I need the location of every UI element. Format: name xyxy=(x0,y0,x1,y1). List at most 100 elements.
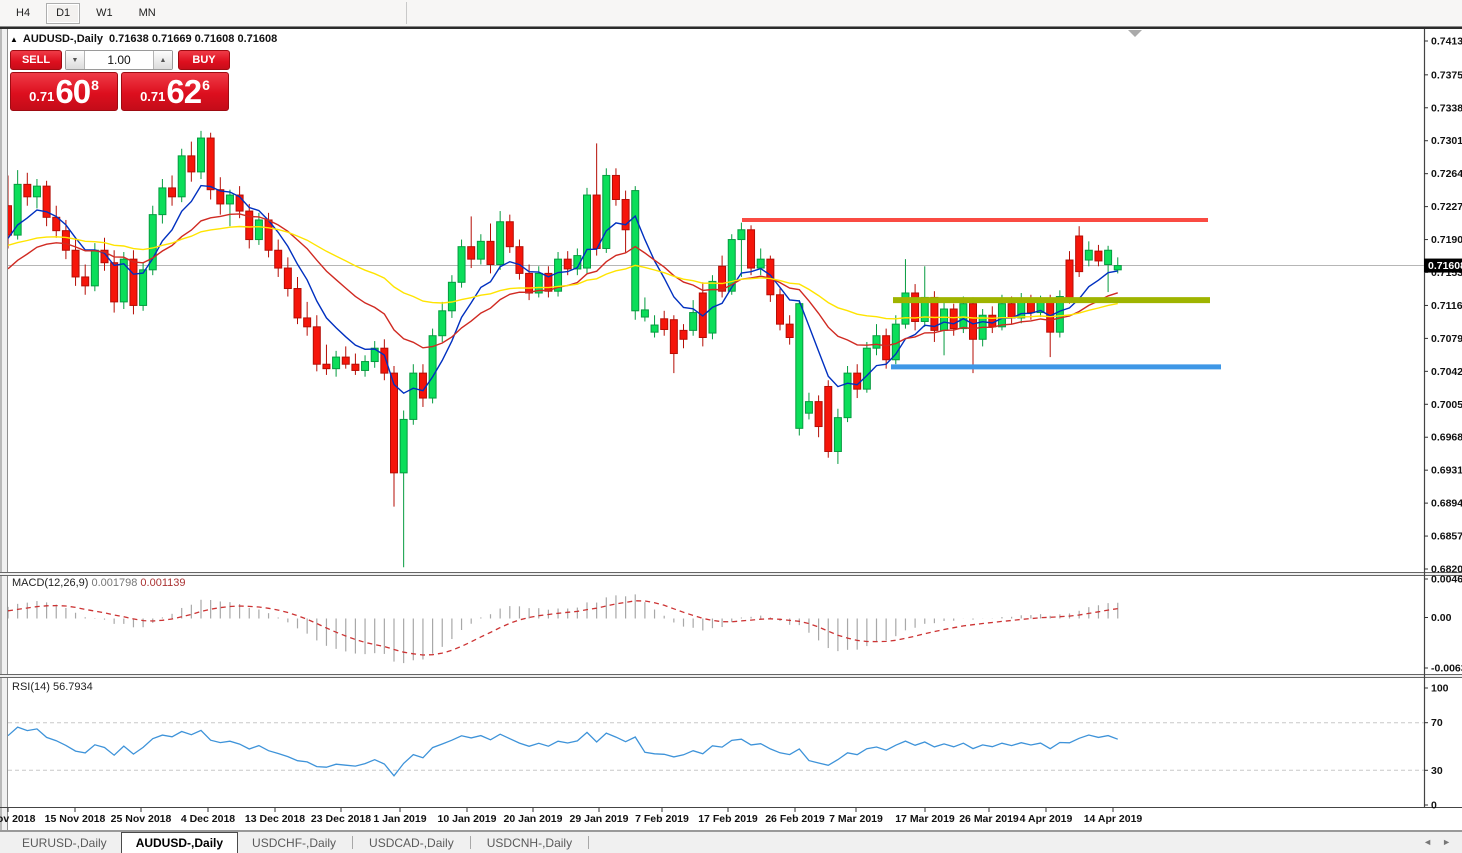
date-axis-label: 17 Feb 2019 xyxy=(698,813,758,825)
candle xyxy=(834,418,841,452)
candle xyxy=(1008,304,1015,318)
candle xyxy=(516,247,523,274)
candle xyxy=(593,195,600,248)
candle xyxy=(140,270,147,306)
candle xyxy=(400,419,407,472)
one-click-trading-panel: ▲ AUDUSD-,Daily 0.71638 0.71669 0.71608 … xyxy=(10,33,230,111)
candle xyxy=(198,138,205,172)
buy-price-box[interactable]: 0.71 62 6 xyxy=(121,72,229,111)
date-axis-label: 23 Dec 2018 xyxy=(311,813,371,825)
tab-eurusd[interactable]: EURUSD-,Daily xyxy=(8,833,121,853)
candle xyxy=(854,373,861,389)
date-axis-label: 29 Jan 2019 xyxy=(570,813,629,825)
price-axis-label: 0.73750 xyxy=(1431,69,1462,81)
candle xyxy=(497,222,504,265)
date-axis-label: 15 Nov 2018 xyxy=(45,813,106,825)
tab-scroll-right-icon[interactable]: ► xyxy=(1437,837,1456,847)
candle xyxy=(584,195,591,268)
candle xyxy=(661,319,668,330)
candle xyxy=(777,295,784,324)
price-axis-label: 0.69310 xyxy=(1431,465,1462,477)
candle xyxy=(5,206,12,235)
candle xyxy=(603,175,610,248)
candle xyxy=(970,304,977,340)
candle xyxy=(439,311,446,336)
current-price-value: 0.71608 xyxy=(1428,260,1462,272)
date-axis-label: 4 Dec 2018 xyxy=(181,813,235,825)
symbol-tabbar: EURUSD-,Daily AUDUSD-,Daily USDCHF-,Dail… xyxy=(0,831,1462,853)
price-axis-label: 0.68570 xyxy=(1431,531,1462,543)
candle xyxy=(342,357,349,364)
candle xyxy=(998,304,1005,327)
candle xyxy=(468,247,475,259)
candle xyxy=(796,304,803,429)
candle xyxy=(178,156,185,197)
date-axis-label: 20 Jan 2019 xyxy=(504,813,563,825)
candle xyxy=(448,282,455,310)
price-axis-label: 0.73010 xyxy=(1431,135,1462,147)
date-axis-label: 4 Apr 2019 xyxy=(1020,813,1073,825)
price-axis-label: 0.70050 xyxy=(1431,399,1462,411)
candle xyxy=(333,357,340,369)
price-axis-label: 0.72640 xyxy=(1431,168,1462,180)
candle xyxy=(1095,251,1102,261)
collapse-panel-icon[interactable]: ▲ xyxy=(10,35,18,44)
candle xyxy=(1105,250,1112,264)
volume-increase-button[interactable]: ▲ xyxy=(153,51,172,69)
date-axis-label: 26 Feb 2019 xyxy=(765,813,825,825)
candle xyxy=(294,289,301,318)
candle xyxy=(1076,236,1083,272)
candle xyxy=(207,138,214,190)
candle xyxy=(960,304,967,329)
candle xyxy=(506,222,513,247)
bid-price-prefix: 0.71 xyxy=(29,89,54,104)
candle xyxy=(526,273,533,293)
date-axis-label: 25 Nov 2018 xyxy=(111,813,172,825)
volume-input[interactable] xyxy=(85,51,153,69)
tab-scroll-left-icon[interactable]: ◄ xyxy=(1418,837,1437,847)
candle xyxy=(757,259,764,268)
candle xyxy=(352,364,359,370)
tab-usdcad[interactable]: USDCAD-,Daily xyxy=(355,833,468,853)
ask-price-prefix: 0.71 xyxy=(140,89,165,104)
macd-axis-label: -0.00639 xyxy=(1431,663,1462,675)
buy-button[interactable]: BUY xyxy=(178,50,230,70)
date-axis-label: 7 Mar 2019 xyxy=(829,813,883,825)
candle xyxy=(82,277,89,286)
candle xyxy=(323,364,330,368)
date-axis-label: 1 Jan 2019 xyxy=(373,813,426,825)
candle xyxy=(564,259,571,269)
date-axis-label: 7 Feb 2019 xyxy=(635,813,689,825)
price-axis-label: 0.70420 xyxy=(1431,366,1462,378)
price-axis-label: 0.69680 xyxy=(1431,432,1462,444)
candle xyxy=(362,362,369,371)
candle xyxy=(680,330,687,339)
volume-decrease-button[interactable]: ▼ xyxy=(66,51,85,69)
candle xyxy=(62,231,69,251)
sell-button[interactable]: SELL xyxy=(10,50,62,70)
tab-separator xyxy=(470,836,471,849)
candle xyxy=(805,402,812,414)
candle xyxy=(91,250,98,286)
price-axis-label: 0.68940 xyxy=(1431,498,1462,510)
macd-axis-label: 0.00 xyxy=(1431,612,1452,624)
sell-price-box[interactable]: 0.71 60 8 xyxy=(10,72,118,111)
price-axis-label: 0.71160 xyxy=(1431,300,1462,312)
candle xyxy=(612,175,619,199)
candle xyxy=(1114,266,1121,270)
candle xyxy=(111,263,118,302)
candle xyxy=(941,309,948,330)
price-axis-label: 0.74130 xyxy=(1431,36,1462,48)
tab-audusd[interactable]: AUDUSD-,Daily xyxy=(121,832,238,853)
bid-price-big: 60 xyxy=(55,75,90,108)
candle xyxy=(950,309,957,329)
tab-separator xyxy=(352,836,353,849)
date-axis-label: 14 Apr 2019 xyxy=(1084,813,1143,825)
macd-axis-label: 0.004694 xyxy=(1431,574,1462,586)
tab-usdchf[interactable]: USDCHF-,Daily xyxy=(238,833,350,853)
candle xyxy=(169,188,176,197)
price-axis-label: 0.71900 xyxy=(1431,234,1462,246)
date-axis-label: 26 Mar 2019 xyxy=(959,813,1019,825)
tab-usdcnh[interactable]: USDCNH-,Daily xyxy=(473,833,586,853)
candle xyxy=(632,191,639,311)
